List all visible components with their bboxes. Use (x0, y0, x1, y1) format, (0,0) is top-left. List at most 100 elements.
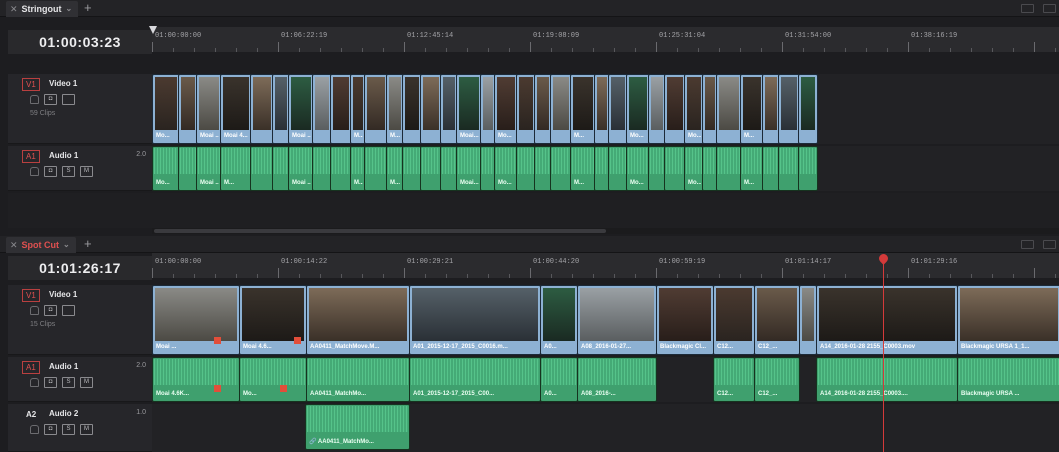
audio-track-lane[interactable]: Mo... Moai ... M... Moai ... M... M... Moai...… (152, 146, 1059, 191)
video-clip[interactable]: A08_2016-01-27... (577, 285, 657, 355)
audio-clip[interactable]: AA0411_MatchMo... (306, 357, 410, 402)
video-clip[interactable]: Moai ... (152, 285, 240, 355)
video-clip[interactable] (420, 74, 442, 144)
audio-clip[interactable] (364, 146, 388, 191)
video-clip[interactable] (799, 285, 817, 355)
audio-clip[interactable]: M... (570, 146, 596, 191)
audio-clip[interactable] (312, 146, 332, 191)
scrollbar-thumb[interactable] (154, 229, 606, 233)
audio-clip[interactable]: A14_2016-01-28 2155_C0003.... (816, 357, 958, 402)
track-header-audio-1[interactable]: A1 Audio 1 2.0 ◘ S M (8, 146, 152, 191)
audio-clip[interactable] (178, 146, 198, 191)
monitor-icon[interactable] (62, 305, 75, 316)
audio-clip[interactable]: Moai 4.6K... (152, 357, 240, 402)
monitor-icon[interactable] (62, 94, 75, 105)
horizontal-scrollbar[interactable] (152, 228, 1059, 234)
audio-clip[interactable] (402, 146, 422, 191)
window-icon[interactable] (1021, 240, 1034, 249)
audio-clip[interactable]: Mo... (684, 146, 704, 191)
audio-clip[interactable] (664, 146, 686, 191)
marker-icon[interactable] (280, 385, 287, 392)
video-clip[interactable]: Moai ... (196, 74, 222, 144)
audio-clip[interactable]: A0... (540, 357, 578, 402)
window-icon[interactable] (1043, 4, 1056, 13)
audio-clip[interactable]: Moai ... (288, 146, 314, 191)
monitor-icon[interactable]: ◘ (44, 424, 57, 435)
video-clip[interactable]: Moai ... (288, 74, 314, 144)
track-header-audio-1[interactable]: A1 Audio 1 2.0 ◘ S M (8, 357, 152, 402)
lock-icon[interactable] (30, 306, 39, 315)
audio-clip[interactable] (716, 146, 742, 191)
video-clip[interactable]: M... (570, 74, 596, 144)
window-icon[interactable] (1043, 240, 1056, 249)
chevron-down-icon[interactable]: ⌄ (63, 237, 70, 253)
video-clip[interactable]: A0... (540, 285, 578, 355)
monitor-icon[interactable]: ◘ (44, 305, 57, 316)
audio-clip[interactable]: C12_... (754, 357, 800, 402)
track-badge[interactable]: V1 (22, 78, 40, 91)
audio-clip[interactable]: 🔗 AA0411_MatchMo... (305, 404, 410, 450)
track-header-audio-2[interactable]: A2 Audio 2 1.0 ◘ S M (8, 404, 152, 452)
lock-icon[interactable] (30, 378, 39, 387)
timeline-ruler[interactable]: 01:00:00:00 01:06:22:19 01:12:45:14 01:19:0… (149, 26, 1059, 52)
video-clip[interactable]: Blackmagic URSA 1_1... (957, 285, 1059, 355)
video-clip[interactable] (608, 74, 628, 144)
video-clip[interactable]: Mo... (152, 74, 180, 144)
solo-icon[interactable]: S (62, 424, 75, 435)
video-clip[interactable] (250, 74, 274, 144)
audio-track-lane[interactable]: Moai 4.6K... Mo... AA0411_MatchMo... A01_20… (152, 357, 1059, 402)
audio-clip[interactable]: A08_2016-... (577, 357, 657, 402)
video-clip[interactable]: C12... (713, 285, 755, 355)
video-clip[interactable] (364, 74, 388, 144)
audio-clip[interactable]: M... (220, 146, 252, 191)
video-clip[interactable]: Mo... (684, 74, 704, 144)
audio-clip[interactable]: Mo... (626, 146, 650, 191)
audio-clip[interactable]: Moai... (456, 146, 482, 191)
video-clip[interactable]: Mo... (494, 74, 518, 144)
video-clip[interactable] (550, 74, 572, 144)
plus-icon[interactable]: + (84, 0, 92, 16)
audio-clip[interactable] (516, 146, 536, 191)
video-clip[interactable]: Blackmagic Cl... (656, 285, 714, 355)
video-clip[interactable]: A01_2015-12-17_2015_C0016.m... (409, 285, 541, 355)
video-clip[interactable] (516, 74, 536, 144)
track-badge[interactable]: A1 (22, 150, 40, 163)
lock-icon[interactable] (30, 167, 39, 176)
audio-clip[interactable] (550, 146, 572, 191)
monitor-icon[interactable]: ◘ (44, 377, 57, 388)
video-clip[interactable]: Moai 4... (220, 74, 252, 144)
playhead-line[interactable] (883, 260, 884, 452)
track-header-video-1[interactable]: V1 Video 1 ◘ 15 Clips (8, 285, 152, 355)
video-track-lane[interactable]: Moai ... Moai 4.6... AA0411_MatchMove.M...… (152, 285, 1059, 355)
audio-clip[interactable]: Moai ... (196, 146, 222, 191)
video-clip[interactable] (716, 74, 742, 144)
plus-icon[interactable]: + (84, 236, 92, 252)
track-header-video-1[interactable]: V1 Video 1 ◘ 59 Clips (8, 74, 152, 144)
video-clip[interactable] (178, 74, 198, 144)
mute-icon[interactable]: M (80, 166, 93, 177)
mute-icon[interactable]: M (80, 424, 93, 435)
audio-clip[interactable]: Blackmagic URSA ... (957, 357, 1059, 402)
audio-clip[interactable]: C12... (713, 357, 755, 402)
track-badge[interactable]: V1 (22, 289, 40, 302)
marker-icon[interactable] (214, 337, 221, 344)
video-clip[interactable] (798, 74, 818, 144)
chevron-down-icon[interactable]: ⌄ (66, 1, 73, 17)
video-clip[interactable]: AA0411_MatchMove.M... (306, 285, 410, 355)
monitor-icon[interactable]: ◘ (44, 166, 57, 177)
solo-icon[interactable]: S (62, 377, 75, 388)
audio-clip[interactable] (798, 146, 818, 191)
audio-clip[interactable] (330, 146, 352, 191)
tab-spot-cut[interactable]: ✕ Spot Cut ⌄ (6, 237, 76, 253)
solo-icon[interactable]: S (62, 166, 75, 177)
video-clip[interactable] (330, 74, 352, 144)
video-clip[interactable]: Moai 4.6... (239, 285, 307, 355)
marker-icon[interactable] (214, 385, 221, 392)
marker-icon[interactable] (294, 337, 301, 344)
audio-track-lane[interactable]: 🔗 AA0411_MatchMo... (152, 404, 1059, 452)
lock-icon[interactable] (30, 95, 39, 104)
audio-clip[interactable]: Mo... (239, 357, 307, 402)
tab-stringout[interactable]: ✕ Stringout ⌄ (6, 1, 79, 17)
video-clip[interactable]: Moai... (456, 74, 482, 144)
timeline-ruler[interactable]: 01:00:00:00 01:00:14:22 01:00:29:21 01:00:4… (152, 253, 1059, 278)
